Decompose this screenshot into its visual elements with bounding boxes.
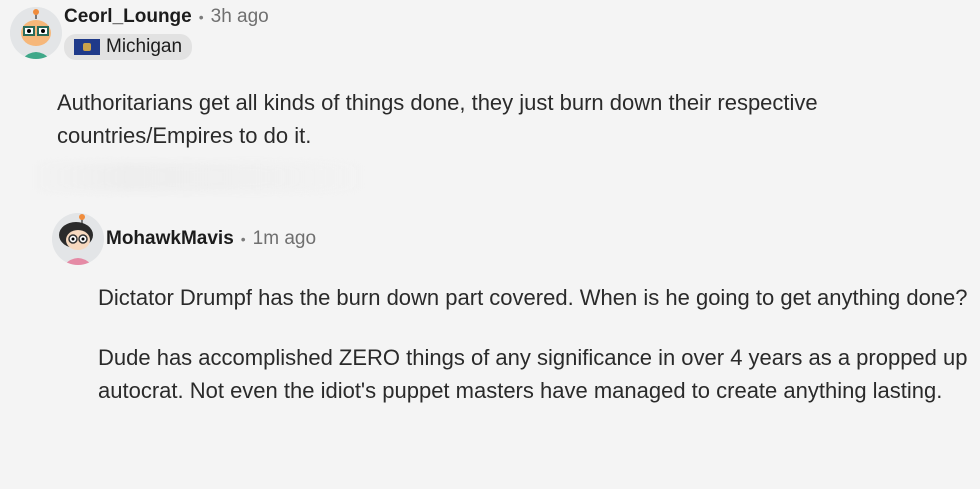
separator-dot: • [240, 231, 246, 247]
separator-dot: • [198, 9, 204, 25]
avatar[interactable] [52, 213, 104, 265]
username[interactable]: MohawkMavis [106, 228, 234, 250]
user-flair: Michigan [64, 34, 193, 60]
comment-header: Ceorl_Lounge • 3h ago Michigan [10, 6, 269, 60]
avatar[interactable] [10, 7, 62, 59]
comment-paragraph: Dude has accomplished ZERO things of any… [98, 345, 968, 403]
comment-header: MohawkMavis • 1m ago [52, 213, 316, 265]
comment-meta: Ceorl_Lounge • 3h ago Michigan [64, 6, 269, 60]
comment-body: Dictator Drumpf has the burn down part c… [98, 281, 978, 434]
comment-paragraph: Authoritarians get all kinds of things d… [57, 90, 818, 148]
comment-reply: MohawkMavis • 1m ago Dictator Drumpf has… [52, 213, 968, 403]
michigan-flag-icon [74, 39, 100, 55]
comment: Ceorl_Lounge • 3h ago Michigan Authorita… [10, 6, 818, 148]
timestamp[interactable]: 1m ago [253, 228, 316, 250]
name-row: Ceorl_Lounge • 3h ago [64, 6, 269, 28]
username[interactable]: Ceorl_Lounge [64, 6, 192, 28]
name-row: MohawkMavis • 1m ago [106, 228, 316, 250]
comment-meta: MohawkMavis • 1m ago [106, 228, 316, 250]
timestamp[interactable]: 3h ago [211, 6, 269, 28]
comment-thread: Ceorl_Lounge • 3h ago Michigan Authorita… [0, 0, 980, 489]
blurred-action-bar [30, 163, 370, 191]
comment-paragraph: Dictator Drumpf has the burn down part c… [98, 285, 968, 310]
comment-body: Authoritarians get all kinds of things d… [57, 86, 917, 152]
flair-label: Michigan [106, 36, 183, 57]
